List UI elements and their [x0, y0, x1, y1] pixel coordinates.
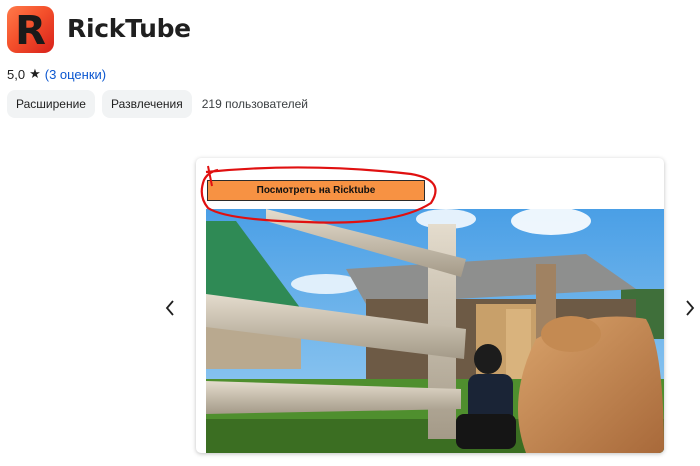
- chip-extension[interactable]: Расширение: [7, 90, 95, 118]
- chip-category[interactable]: Развлечения: [101, 90, 192, 118]
- rating-score: 5,0: [7, 66, 26, 82]
- chevron-right-icon: [686, 300, 695, 316]
- logo-letter: R: [15, 7, 46, 54]
- chevron-left-icon: [165, 300, 174, 316]
- video-scene-image: [206, 209, 664, 453]
- carousel-next-button[interactable]: [680, 296, 700, 320]
- rating-row: 5,0 ★ (3 оценки): [7, 66, 106, 82]
- video-frame: [206, 209, 664, 453]
- star-icon: ★: [29, 66, 41, 81]
- app-title: RickTube: [67, 14, 191, 43]
- watch-on-ricktube-button[interactable]: Посмотреть на Ricktube: [207, 180, 425, 201]
- users-count: 219 пользователей: [201, 97, 308, 111]
- app-logo: R: [7, 6, 54, 53]
- reviews-link[interactable]: (3 оценки): [45, 67, 106, 82]
- carousel-prev-button[interactable]: [160, 296, 180, 320]
- screenshot-slide: Посмотреть на Ricktube: [196, 158, 664, 453]
- chips-row: Расширение Развлечения 219 пользователей: [7, 90, 308, 118]
